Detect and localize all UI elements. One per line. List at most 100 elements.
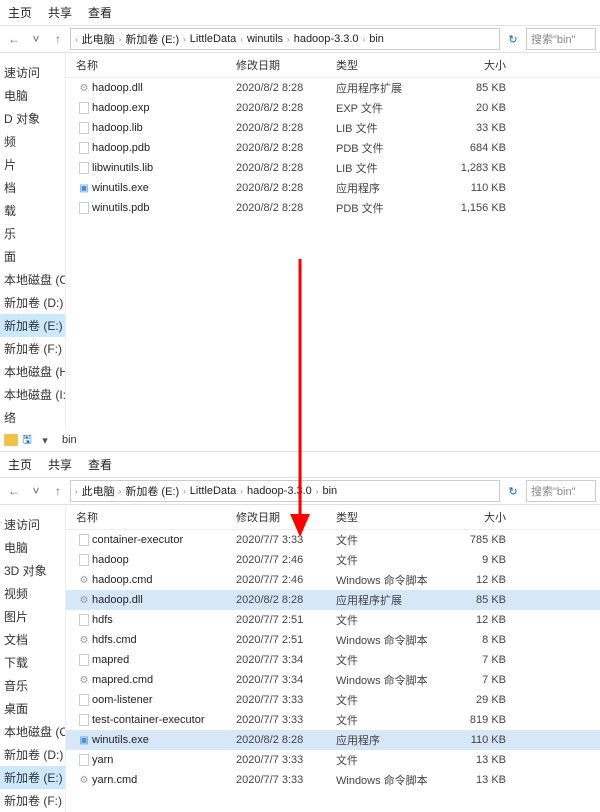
explorer-window-bottom: 🖫 ▾ bin 主页 共享 查看 ← ˅ ↑ › 此电脑› 新加卷 (E:)› … [0,429,600,812]
sidebar-item[interactable]: 片 [0,153,65,176]
nav-back[interactable]: ← [4,481,24,501]
crumb[interactable]: bin [318,485,341,497]
file-icon [76,121,92,135]
file-row[interactable]: oom-listener2020/7/7 3:33文件29 KB [66,690,600,710]
sidebar-item[interactable]: 本地磁盘 (C:) [0,268,65,291]
nav-up[interactable]: ↑ [48,29,68,49]
sidebar-item[interactable]: 新加卷 (F:) [0,337,65,360]
file-name: test-container-executor [92,714,236,726]
menu-share[interactable]: 共享 [48,4,72,21]
sidebar-item[interactable]: 速访问 [0,61,65,84]
sidebar-item[interactable]: 本地磁盘 (C:) [0,720,65,743]
file-row[interactable]: test-container-executor2020/7/7 3:33文件81… [66,710,600,730]
file-icon [76,533,92,547]
sidebar-item[interactable]: 文档 [0,628,65,651]
file-row[interactable]: hdfs2020/7/7 2:51文件12 KB [66,610,600,630]
crumb[interactable]: LittleData [186,485,240,497]
menu-home[interactable]: 主页 [8,456,32,473]
file-row[interactable]: hadoop2020/7/7 2:46文件9 KB [66,550,600,570]
search-box-top[interactable]: 搜索"bin" [526,28,596,50]
col-size[interactable]: 大小 [446,57,516,73]
save-icon[interactable]: 🖫 [18,431,36,449]
sidebar-item[interactable]: 桌面 [0,697,65,720]
file-size: 1,283 KB [446,162,516,174]
file-row[interactable]: mapred2020/7/7 3:34文件7 KB [66,650,600,670]
breadcrumb-top[interactable]: › 此电脑› 新加卷 (E:)› LittleData› winutils› h… [70,28,500,50]
file-row[interactable]: libwinutils.lib2020/8/2 8:28LIB 文件1,283 … [66,158,600,178]
sidebar-item[interactable]: 频 [0,130,65,153]
sidebar-item[interactable]: 速访问 [0,513,65,536]
file-row[interactable]: yarn2020/7/7 3:33文件13 KB [66,750,600,770]
sidebar-item[interactable]: 电脑 [0,84,65,107]
menu-home[interactable]: 主页 [8,4,32,21]
chevron-icon[interactable]: ▾ [36,431,54,449]
crumb[interactable]: winutils [243,33,287,45]
sidebar-item[interactable]: 新加卷 (E:) [0,766,65,789]
file-name: winutils.pdb [92,202,236,214]
file-row[interactable]: ▣winutils.exe2020/8/2 8:28应用程序110 KB [66,178,600,198]
file-row[interactable]: ⚙mapred.cmd2020/7/7 3:34Windows 命令脚本7 KB [66,670,600,690]
sidebar-item[interactable]: 电脑 [0,536,65,559]
sidebar-item[interactable]: 视频 [0,582,65,605]
sidebar-item[interactable]: 图片 [0,605,65,628]
col-type[interactable]: 类型 [336,57,446,73]
file-row[interactable]: hadoop.exp2020/8/2 8:28EXP 文件20 KB [66,98,600,118]
menu-view[interactable]: 查看 [88,456,112,473]
search-box-bottom[interactable]: 搜索"bin" [526,480,596,502]
col-size[interactable]: 大小 [446,509,516,525]
sidebar-item[interactable]: 新加卷 (D:) [0,291,65,314]
refresh-button[interactable]: ↻ [502,33,524,46]
file-row[interactable]: winutils.pdb2020/8/2 8:28PDB 文件1,156 KB [66,198,600,218]
crumb[interactable]: hadoop-3.3.0 [243,485,316,497]
file-row[interactable]: hadoop.lib2020/8/2 8:28LIB 文件33 KB [66,118,600,138]
crumb[interactable]: 此电脑 [78,31,119,47]
file-row[interactable]: ⚙hdfs.cmd2020/7/7 2:51Windows 命令脚本8 KB [66,630,600,650]
sidebar-item[interactable]: 本地磁盘 (I:) [0,383,65,406]
nav-dropdown[interactable]: ˅ [26,29,46,49]
file-icon [76,753,92,767]
file-row[interactable]: ⚙hadoop.cmd2020/7/7 2:46Windows 命令脚本12 K… [66,570,600,590]
sidebar-item[interactable]: 载 [0,199,65,222]
sidebar-item[interactable]: 新加卷 (E:) [0,314,65,337]
file-name: hadoop.pdb [92,142,236,154]
crumb[interactable]: 此电脑 [78,483,119,499]
crumb[interactable]: hadoop-3.3.0 [290,33,363,45]
file-row[interactable]: ▣winutils.exe2020/8/2 8:28应用程序110 KB [66,730,600,750]
sidebar-item[interactable]: 3D 对象 [0,559,65,582]
sidebar-item[interactable]: 新加卷 (F:) [0,789,65,812]
col-name[interactable]: 名称 [76,509,236,525]
sidebar-item[interactable]: D 对象 [0,107,65,130]
col-date[interactable]: 修改日期 [236,509,336,525]
crumb[interactable]: bin [365,33,388,45]
sidebar-item[interactable]: 下载 [0,651,65,674]
col-date[interactable]: 修改日期 [236,57,336,73]
sidebar-item[interactable]: 本地磁盘 (H:) [0,360,65,383]
file-name: yarn [92,754,236,766]
file-size: 85 KB [446,82,516,94]
sidebar-item[interactable]: 面 [0,245,65,268]
refresh-button[interactable]: ↻ [502,485,524,498]
crumb[interactable]: 新加卷 (E:) [121,31,183,47]
sidebar-item[interactable]: 乐 [0,222,65,245]
menu-view[interactable]: 查看 [88,4,112,21]
file-size: 819 KB [446,714,516,726]
col-type[interactable]: 类型 [336,509,446,525]
sidebar-item[interactable]: 档 [0,176,65,199]
nav-back[interactable]: ← [4,29,24,49]
file-row[interactable]: ⚙yarn.cmd2020/7/7 3:33Windows 命令脚本13 KB [66,770,600,790]
file-row[interactable]: ⚙hadoop.dll2020/8/2 8:28应用程序扩展85 KB [66,78,600,98]
file-row[interactable]: hadoop.pdb2020/8/2 8:28PDB 文件684 KB [66,138,600,158]
menu-share[interactable]: 共享 [48,456,72,473]
crumb[interactable]: 新加卷 (E:) [121,483,183,499]
crumb[interactable]: LittleData [186,33,240,45]
breadcrumb-bottom[interactable]: › 此电脑› 新加卷 (E:)› LittleData› hadoop-3.3.… [70,480,500,502]
file-type: 应用程序 [336,180,446,196]
file-row[interactable]: ⚙hadoop.dll2020/8/2 8:28应用程序扩展85 KB [66,590,600,610]
sidebar-item[interactable]: 新加卷 (D:) [0,743,65,766]
nav-up[interactable]: ↑ [48,481,68,501]
col-name[interactable]: 名称 [76,57,236,73]
sidebar-item[interactable]: 音乐 [0,674,65,697]
nav-dropdown[interactable]: ˅ [26,481,46,501]
sidebar-item[interactable]: 络 [0,406,65,429]
file-row[interactable]: container-executor2020/7/7 3:33文件785 KB [66,530,600,550]
